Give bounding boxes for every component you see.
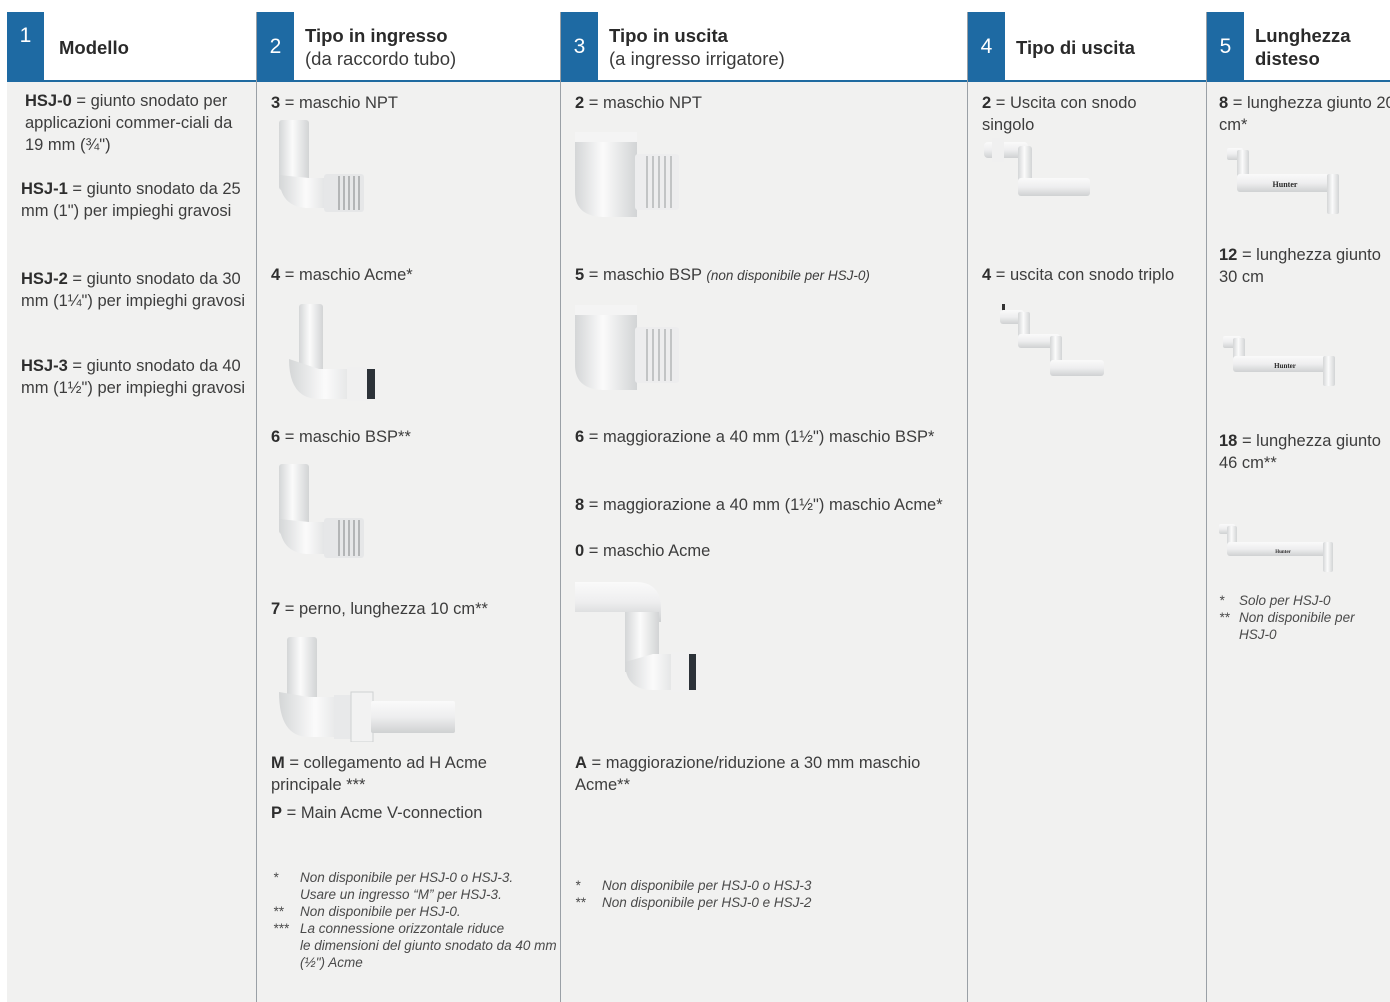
acme-elbow-image: [289, 304, 375, 401]
column-header: 3 Tipo in uscita (a ingresso irrigatore): [561, 12, 967, 82]
outlet-option: 8 = maggiorazione a 40 mm (1½") maschio …: [575, 496, 943, 514]
inlet-option: 3 = maschio NPT: [271, 94, 399, 112]
column-title: Modello: [59, 36, 129, 58]
swivel-option: 2 = Uscita con snodo singolo: [982, 94, 1137, 134]
column-title: Tipo in uscita (a ingresso irrigatore): [609, 25, 785, 69]
single-swivel-image: [984, 138, 1090, 196]
outlet-option: 5 = maschio BSP (non disponibile per HSJ…: [575, 266, 870, 284]
npt-elbow-image: [279, 120, 364, 212]
inlet-footnotes: * Non disponibile per HSJ-0 o HSJ-3. Usar…: [273, 870, 557, 970]
outlet-option: A = maggiorazione/riduzione a 30 mm masc…: [575, 754, 921, 794]
hunter-logo: Hunter: [1275, 550, 1291, 555]
outlet-option: 6 = maggiorazione a 40 mm (1½") maschio …: [575, 428, 935, 446]
column-inlet-type: 2 Tipo in ingresso (da raccordo tubo) 3 …: [256, 12, 560, 1002]
inlet-option: 6 = maschio BSP**: [271, 428, 411, 446]
outlet-footnotes: * Non disponibile per HSJ-0 o HSJ-3 ** Non…: [575, 878, 812, 910]
configuration-table: 1 Modello HSJ-0 = giunto snodato per app…: [7, 12, 1390, 1002]
column-outlet-type: 3 Tipo in uscita (a ingresso irrigatore)…: [560, 12, 967, 1002]
triple-swivel-image: [1000, 304, 1104, 376]
length-option: 18 = lunghezza giunto 46 cm**: [1219, 432, 1381, 472]
bsp-elbow-image: [279, 464, 364, 558]
column-title: Lunghezza disteso: [1255, 25, 1351, 69]
column-title: Tipo in ingresso (da raccordo tubo): [305, 25, 457, 69]
column-header: 1 Modello: [7, 12, 256, 82]
column-title: Tipo di uscita: [1016, 36, 1135, 58]
model-option: HSJ-3 = giunto snodato da 40 mm (1½") pe…: [21, 357, 246, 397]
outlet-option: 0 = maschio Acme: [575, 542, 711, 560]
swivel-option: 4 = uscita con snodo triplo: [982, 266, 1175, 284]
joint-46cm-image: Hunter: [1219, 524, 1333, 572]
inlet-option: P = Main Acme V-connection: [271, 804, 483, 822]
inlet-option: 7 = perno, lunghezza 10 cm**: [271, 600, 488, 618]
column-header: 5 Lunghezza disteso: [1207, 12, 1390, 82]
pin-elbow-image: [279, 637, 455, 742]
hunter-logo: Hunter: [1273, 180, 1298, 189]
joint-30cm-image: Hunter: [1223, 336, 1335, 386]
length-footnotes: * Solo per HSJ-0 ** Non disponibile per HS…: [1219, 593, 1355, 642]
npt-outlet-image: [575, 132, 679, 217]
step-number: 5: [1207, 12, 1244, 82]
acme-offset-image: [575, 582, 696, 692]
joint-20cm-image: Hunter: [1227, 148, 1339, 214]
length-option: 12 = lunghezza giunto 30 cm: [1219, 246, 1381, 286]
inlet-option: M = collegamento ad H Acme principale **…: [271, 754, 487, 794]
model-option: HSJ-1 = giunto snodato da 25 mm (1") per…: [21, 180, 241, 220]
step-number: 3: [561, 12, 598, 82]
column-header: 2 Tipo in ingresso (da raccordo tubo): [257, 12, 560, 82]
bsp-outlet-image: [575, 305, 679, 390]
column-extended-length: 5 Lunghezza disteso 8 = lunghezza giunto…: [1206, 12, 1390, 1002]
step-number: 2: [257, 12, 294, 82]
model-option: HSJ-2 = giunto snodato da 30 mm (1¼") pe…: [21, 270, 246, 310]
step-number: 4: [968, 12, 1005, 82]
column-model: 1 Modello HSJ-0 = giunto snodato per app…: [7, 12, 256, 1002]
length-option: 8 = lunghezza giunto 20 cm*: [1219, 94, 1390, 134]
outlet-option: 2 = maschio NPT: [575, 94, 703, 112]
column-header: 4 Tipo di uscita: [968, 12, 1206, 82]
model-option: HSJ-0 = giunto snodato per applicazioni …: [25, 92, 233, 154]
inlet-option: 4 = maschio Acme*: [271, 266, 413, 284]
hunter-logo: Hunter: [1274, 362, 1296, 370]
step-number: 1: [7, 12, 44, 82]
column-swivel-type: 4 Tipo di uscita 2 = Uscita con snodo si…: [967, 12, 1206, 1002]
